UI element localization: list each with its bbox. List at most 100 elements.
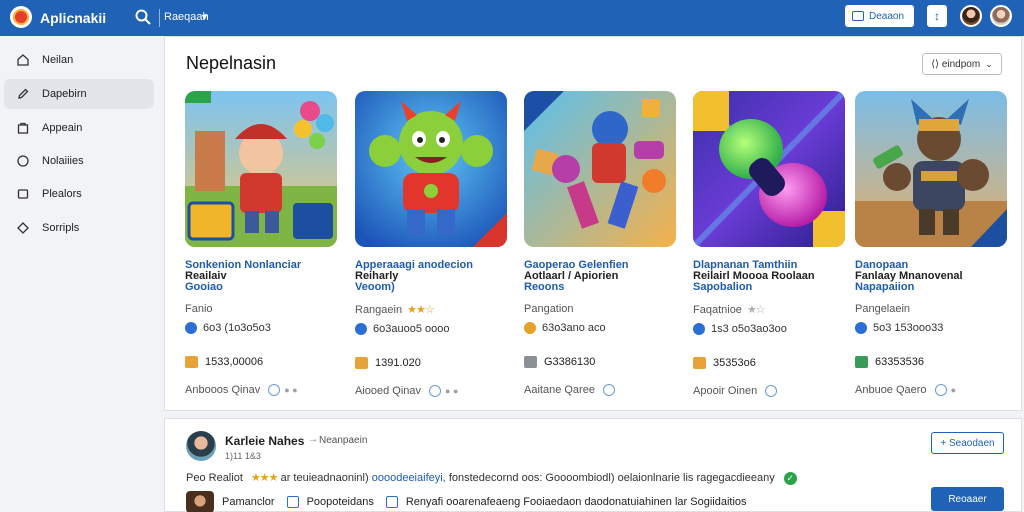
- game-title[interactable]: Danopaan Fanlaay Mnanovenal Napapaiion: [855, 260, 1007, 293]
- more-icon[interactable]: ● ●: [445, 386, 458, 396]
- action-label: Anbooos Qinav: [185, 384, 261, 396]
- reviewer-name[interactable]: Karleie Nahes: [225, 434, 304, 448]
- review-text-start: Peo Realiot: [186, 472, 243, 484]
- review-text-link[interactable]: oooodeeiaifeyi,: [372, 472, 446, 484]
- game-title-line3: Gooiao: [185, 281, 223, 293]
- review-date: 1)11 1&3: [225, 451, 261, 461]
- search-icon[interactable]: [134, 8, 152, 26]
- game-title-line3: Veoom): [355, 281, 395, 293]
- avatar[interactable]: [186, 431, 216, 461]
- review-text-mid: ar teuieadnaoninl): [280, 472, 369, 484]
- status-ring-icon: [429, 385, 442, 397]
- info-icon: [185, 322, 197, 334]
- game-size: 35353o6: [693, 357, 845, 369]
- game-action[interactable]: Aaitane Qaree: [524, 384, 676, 396]
- game-thumbnail[interactable]: [185, 91, 337, 247]
- more-icon[interactable]: ● ●: [284, 385, 297, 395]
- game-rating: Faqatnioe ★☆: [693, 303, 845, 317]
- arrow-right-icon: →: [308, 434, 318, 445]
- edit-icon: [18, 88, 29, 99]
- game-size: 1391.020: [355, 357, 507, 369]
- related-row: Pamanclor Poopoteidans Renyafi ooarenafe…: [186, 491, 747, 512]
- game-size: 63353536: [855, 356, 1007, 368]
- verified-check-icon: ✓: [783, 471, 797, 485]
- rating-label: Fanio: [185, 303, 213, 315]
- status-ring-icon: [268, 384, 281, 396]
- game-downloads: 6o3 (1o3o5o3: [185, 322, 337, 334]
- primary-action-button[interactable]: Reoaaer: [931, 487, 1004, 511]
- game-card[interactable]: Danopaan Fanlaay Mnanovenal Napapaiion P…: [855, 91, 1007, 396]
- top-action-button[interactable]: Deaaon: [845, 5, 914, 27]
- game-thumbnail[interactable]: [693, 91, 845, 247]
- game-art-image: [855, 91, 1007, 247]
- more-icon[interactable]: ●: [951, 385, 956, 395]
- downloads-value: 63o3ano aco: [542, 322, 606, 334]
- star-rating: ★☆: [746, 304, 766, 316]
- game-card[interactable]: Apperaaagi anodecion Reiharly Veoom) Ran…: [355, 91, 507, 397]
- game-title[interactable]: Dlapnanan Tamthiin Reilairl Moooa Roolaa…: [693, 260, 845, 293]
- game-action[interactable]: Anbuoe Qaero ●: [855, 384, 1007, 396]
- sidebar-item-active[interactable]: Dapebirn: [4, 79, 154, 109]
- sidebar-item-players[interactable]: Plealors: [4, 179, 154, 209]
- related-item-label: Poopoteidans: [306, 496, 374, 508]
- action-label: Aiooed Qinav: [355, 385, 422, 397]
- rating-label: Pangation: [524, 303, 574, 315]
- info-icon: [693, 323, 705, 335]
- game-thumbnail[interactable]: [524, 91, 676, 247]
- chevron-down-icon: ⌄: [985, 58, 993, 69]
- game-action[interactable]: Apooir Oinen: [693, 385, 845, 397]
- status-ring-icon: [934, 384, 947, 396]
- info-icon: [524, 322, 536, 334]
- info-icon: [855, 322, 867, 334]
- game-title[interactable]: Gaoperao Gelenfien Aotlaarl / Apiorien R…: [524, 260, 676, 293]
- sidebar-item-label: Neilan: [42, 54, 74, 66]
- game-title[interactable]: Sonkenion Nonlanciar Reailaiv Gooiao: [185, 260, 337, 293]
- related-item[interactable]: Poopoteidans: [286, 496, 374, 508]
- package-icon: [185, 356, 198, 368]
- follow-button[interactable]: + Seaodaen: [931, 432, 1004, 454]
- size-value: 63353536: [875, 356, 924, 368]
- home-icon: [17, 54, 29, 66]
- game-card[interactable]: Sonkenion Nonlanciar Reailaiv Gooiao Fan…: [185, 91, 337, 396]
- sidebar-item-apps[interactable]: Appeain: [4, 113, 154, 143]
- app-title: Aplicnakii: [40, 10, 107, 26]
- action-label: Aaitane Qaree: [524, 384, 595, 396]
- game-card[interactable]: Gaoperao Gelenfien Aotlaarl / Apiorien R…: [524, 91, 676, 396]
- circle-icon: [17, 155, 29, 167]
- review-text-end: fonstedecornd oos: Goooombiodl) oelaionl…: [448, 472, 775, 484]
- downloads-value: 6o3 (1o3o5o3: [203, 322, 271, 334]
- game-thumbnail[interactable]: [855, 91, 1007, 247]
- avatar[interactable]: [960, 5, 982, 27]
- sidebar-item-notifications[interactable]: Nolaiiies: [4, 146, 154, 176]
- package-icon: [355, 357, 368, 369]
- app-logo-icon[interactable]: [10, 6, 32, 28]
- pin-button[interactable]: ↕: [927, 5, 947, 27]
- search-divider: [159, 9, 160, 27]
- game-rating: Pangelaein: [855, 303, 1007, 315]
- game-title[interactable]: Apperaaagi anodecion Reiharly Veoom): [355, 260, 507, 293]
- chat-icon: [286, 496, 299, 508]
- status-ring-icon: [602, 384, 615, 396]
- sidebar-item-scripts[interactable]: Sorripls: [4, 213, 154, 243]
- avatar-secondary[interactable]: [990, 5, 1012, 27]
- sidebar-item-label: Nolaiiies: [42, 155, 84, 167]
- action-label: Apooir Oinen: [693, 385, 758, 397]
- thumbnail-image[interactable]: [186, 491, 214, 512]
- game-downloads: 1s3 o5o3ao3oo: [693, 323, 845, 335]
- game-thumbnail[interactable]: [355, 91, 507, 247]
- game-action[interactable]: Aiooed Qinav ● ●: [355, 385, 507, 397]
- game-card[interactable]: Dlapnanan Tamthiin Reilairl Moooa Roolaa…: [693, 91, 845, 397]
- game-art-image: [693, 91, 845, 247]
- rating-label: Pangelaein: [855, 303, 911, 315]
- game-downloads: 6o3auoo5 oooo: [355, 323, 507, 335]
- game-action[interactable]: Anbooos Qinav ● ●: [185, 384, 337, 396]
- game-rating: Fanio: [185, 303, 337, 315]
- sidebar-item-home[interactable]: Neilan: [4, 45, 154, 75]
- game-size: 1533,00006: [185, 356, 337, 368]
- related-name[interactable]: Pamanclor: [222, 496, 275, 508]
- size-value: 1391.020: [375, 357, 421, 369]
- package-icon: [855, 356, 868, 368]
- games-panel: Nepelnasin ⟨⟩ eindpom ⌄ Sonkenion Nonlan…: [164, 36, 1022, 411]
- chevron-down-icon[interactable]: ▼: [200, 12, 209, 22]
- sort-dropdown[interactable]: ⟨⟩ eindpom ⌄: [922, 53, 1002, 75]
